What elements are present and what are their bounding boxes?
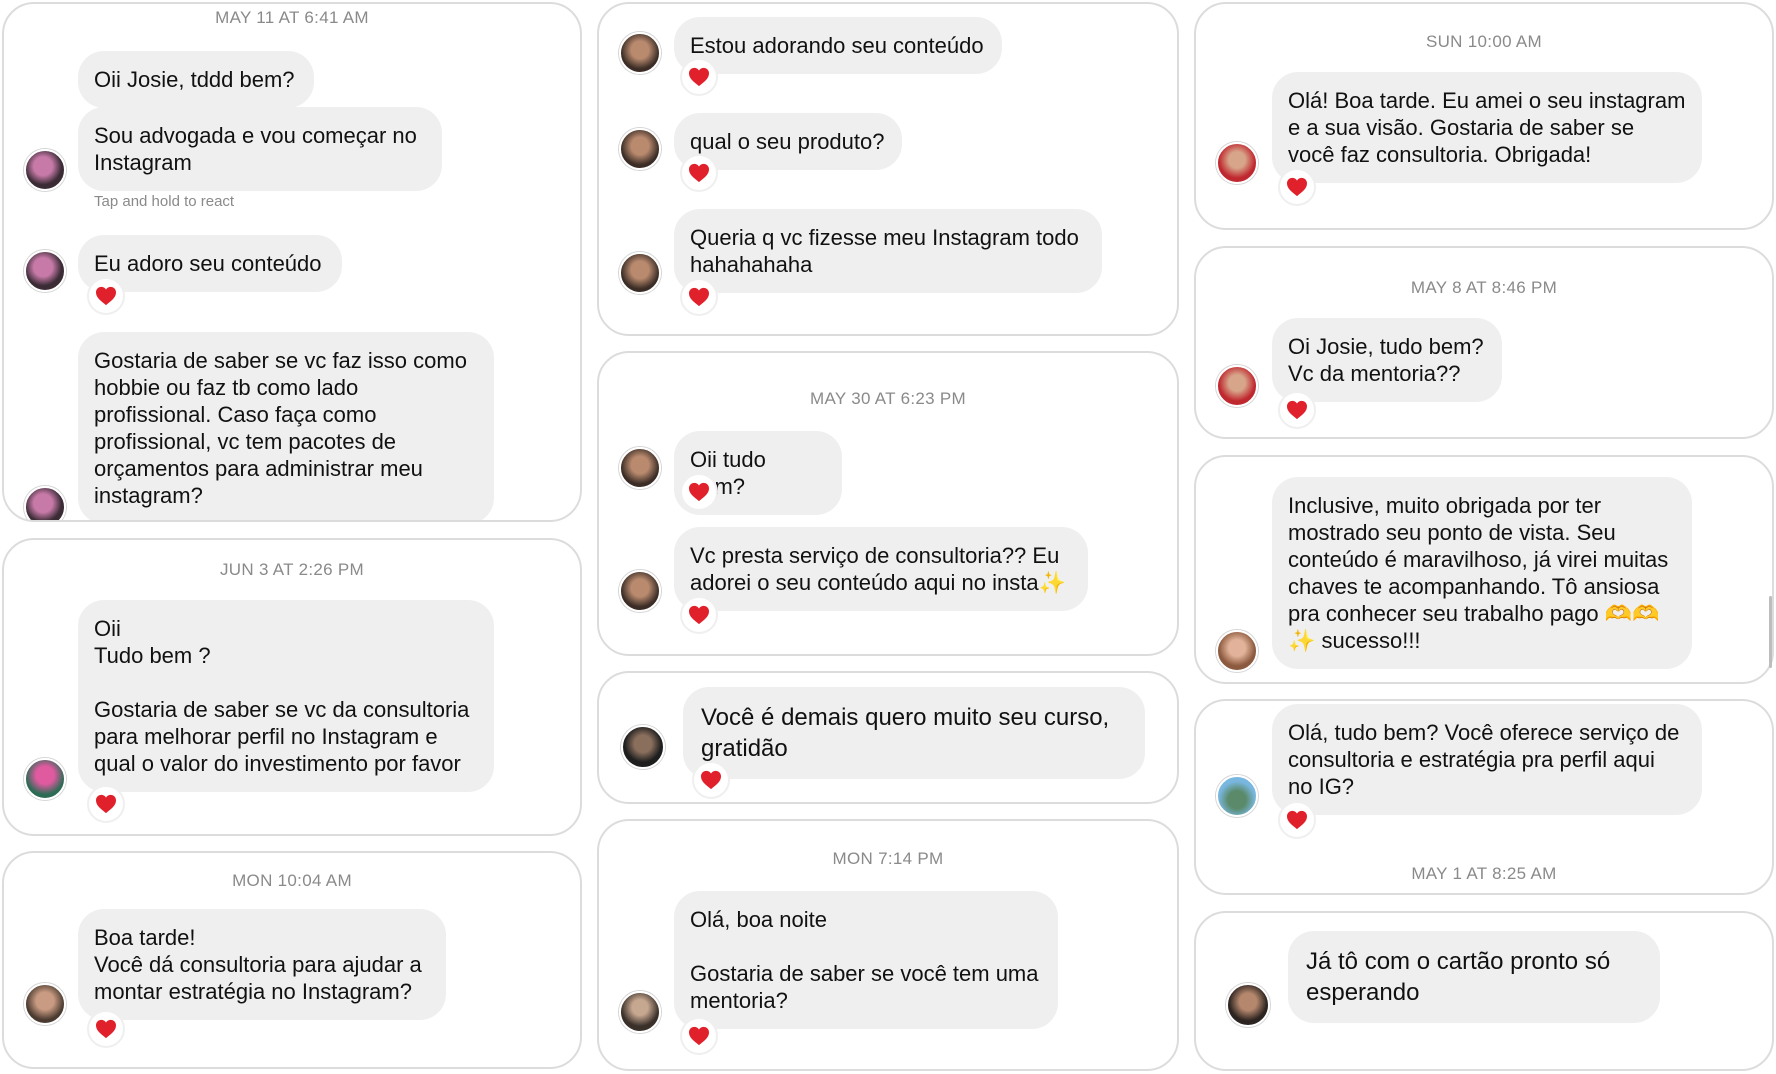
message-bubble[interactable]: Boa tarde! Você dá consultoria para ajud…	[78, 909, 446, 1020]
message-timestamp: MON 10:04 AM	[232, 871, 352, 890]
conversation-card-8[interactable]: SUN 10:00 AM Olá! Boa tarde. Eu amei o s…	[1194, 2, 1774, 230]
message-bubble[interactable]: Sou advogada e vou começar no Instagram	[78, 107, 442, 191]
message-bubble[interactable]: Olá, boa noite Gostaria de saber se você…	[674, 891, 1058, 1029]
conversation-card-1[interactable]: MAY 11 AT 6:41 AM Oii Josie, tddd bem? S…	[2, 2, 582, 522]
message-bubble[interactable]: Vc presta serviço de consultoria?? Eu ad…	[674, 527, 1088, 611]
sender-avatar[interactable]	[1216, 142, 1258, 184]
conversation-card-9[interactable]: MAY 8 AT 8:46 PM Oi Josie, tudo bem? Vc …	[1194, 246, 1774, 439]
sender-avatar[interactable]	[619, 991, 661, 1033]
message-bubble[interactable]: Estou adorando seu conteúdo	[674, 17, 1002, 74]
conversation-card-3[interactable]: MON 10:04 AM Boa tarde! Você dá consulto…	[2, 851, 582, 1069]
heart-reaction-icon[interactable]	[87, 785, 125, 823]
conversation-card-2[interactable]: JUN 3 AT 2:26 PM Oii Tudo bem ? Gostaria…	[2, 538, 582, 836]
heart-reaction-icon[interactable]	[87, 1010, 125, 1048]
tap-hold-hint: Tap and hold to react	[94, 193, 235, 210]
message-timestamp: SUN 10:00 AM	[1425, 32, 1543, 51]
sender-avatar[interactable]	[24, 250, 66, 292]
conversation-card-4[interactable]: Estou adorando seu conteúdo qual o seu p…	[597, 2, 1179, 336]
message-timestamp: MAY 8 AT 8:46 PM	[1410, 278, 1558, 297]
sender-avatar[interactable]	[24, 983, 66, 1025]
heart-reaction-icon[interactable]	[1278, 801, 1316, 839]
message-bubble[interactable]: Você é demais quero muito seu curso, gra…	[683, 687, 1145, 779]
heart-reaction-icon[interactable]	[680, 58, 718, 96]
heart-reaction-icon[interactable]	[680, 1017, 718, 1055]
message-timestamp: MAY 30 AT 6:23 PM	[810, 389, 966, 408]
message-bubble[interactable]: Oii Josie, tddd bem?	[78, 51, 314, 108]
message-timestamp: MON 7:14 PM	[832, 849, 944, 868]
sender-avatar[interactable]	[1216, 630, 1258, 672]
conversation-card-12[interactable]: Já tô com o cartão pronto só esperando	[1194, 911, 1774, 1071]
sender-avatar[interactable]	[24, 758, 66, 800]
heart-reaction-icon[interactable]	[87, 277, 125, 315]
sender-avatar[interactable]	[24, 149, 66, 191]
conversation-card-5[interactable]: MAY 30 AT 6:23 PM Oii tudo bem? Vc prest…	[597, 351, 1179, 656]
heart-reaction-icon[interactable]	[1278, 391, 1316, 429]
heart-reaction-icon[interactable]	[1278, 168, 1316, 206]
sender-avatar[interactable]	[619, 32, 661, 74]
sender-avatar[interactable]	[1226, 983, 1270, 1027]
message-timestamp: MAY 1 AT 8:25 AM	[1411, 864, 1557, 883]
message-bubble[interactable]: Gostaria de saber se vc faz isso como ho…	[78, 332, 494, 520]
heart-reaction-icon[interactable]	[680, 278, 718, 316]
conversation-card-6[interactable]: Você é demais quero muito seu curso, gra…	[597, 671, 1179, 804]
scrollbar[interactable]	[1769, 596, 1772, 668]
message-bubble[interactable]: Olá, tudo bem? Você oferece serviço de c…	[1272, 704, 1702, 815]
conversation-card-10[interactable]: Inclusive, muito obrigada por ter mostra…	[1194, 455, 1774, 684]
message-bubble[interactable]: Inclusive, muito obrigada por ter mostra…	[1272, 477, 1692, 669]
message-bubble[interactable]: Queria q vc fizesse meu Instagram todo h…	[674, 209, 1102, 293]
message-timestamp: MAY 11 AT 6:41 AM	[215, 8, 369, 27]
message-timestamp: JUN 3 AT 2:26 PM	[219, 560, 364, 579]
message-bubble[interactable]: Olá! Boa tarde. Eu amei o seu instagram …	[1272, 72, 1702, 183]
sender-avatar[interactable]	[1216, 775, 1258, 817]
sender-avatar[interactable]	[619, 128, 661, 170]
message-bubble[interactable]: Já tô com o cartão pronto só esperando	[1288, 931, 1660, 1023]
sender-avatar[interactable]	[621, 725, 665, 769]
message-bubble[interactable]: Oii Tudo bem ? Gostaria de saber se vc d…	[78, 600, 494, 792]
sender-avatar[interactable]	[1216, 365, 1258, 407]
heart-reaction-icon[interactable]	[680, 154, 718, 192]
sender-avatar[interactable]	[24, 486, 66, 520]
sender-avatar[interactable]	[619, 447, 661, 489]
sender-avatar[interactable]	[619, 570, 661, 612]
heart-reaction-icon[interactable]	[680, 473, 718, 511]
conversation-card-7[interactable]: MON 7:14 PM Olá, boa noite Gostaria de s…	[597, 819, 1179, 1071]
message-bubble[interactable]: Oi Josie, tudo bem? Vc da mentoria??	[1272, 318, 1502, 402]
heart-reaction-icon[interactable]	[692, 761, 730, 799]
sender-avatar[interactable]	[619, 252, 661, 294]
heart-reaction-icon[interactable]	[680, 596, 718, 634]
conversation-card-11[interactable]: Olá, tudo bem? Você oferece serviço de c…	[1194, 699, 1774, 895]
